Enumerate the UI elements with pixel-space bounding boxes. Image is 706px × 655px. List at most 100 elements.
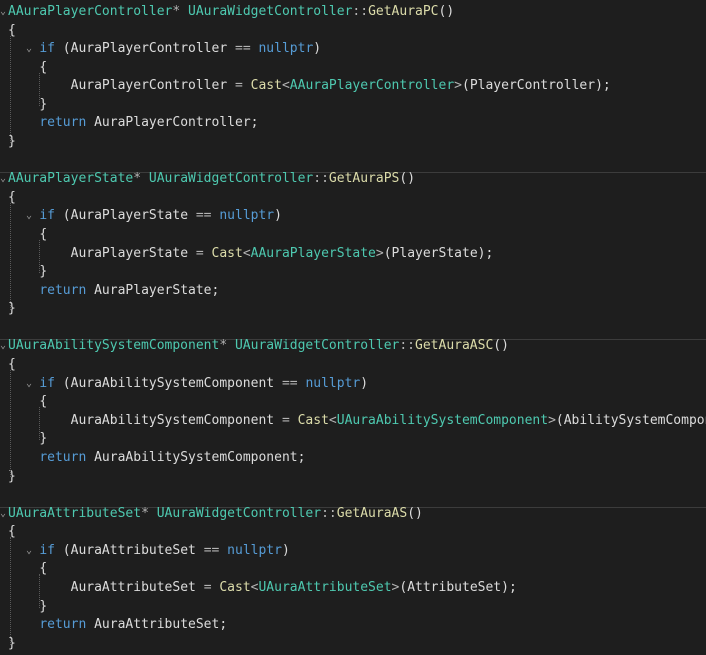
member-variable: AuraAttributeSet (94, 617, 220, 633)
function-name: GetAuraASC (415, 338, 494, 354)
fold-toggle-icon[interactable]: ⌄ (0, 170, 8, 188)
open-brace: { (39, 59, 48, 75)
code-line[interactable]: } (0, 133, 706, 151)
nullptr-keyword: nullptr (305, 375, 361, 391)
code-line[interactable]: if (AuraAttributeSet == nullptr) (0, 542, 706, 560)
function-signature-line[interactable]: AAuraPlayerState* UAuraWidgetController:… (0, 170, 706, 188)
semicolon: ; (219, 617, 228, 633)
code-line[interactable]: return AuraAttributeSet; (0, 616, 706, 634)
function-signature-line[interactable]: AAuraPlayerController* UAuraWidgetContro… (0, 3, 706, 21)
indent-guide (10, 202, 11, 311)
member-variable: AuraPlayerState (70, 245, 189, 261)
open-brace: { (39, 561, 48, 577)
code-line[interactable]: return AuraPlayerState; (0, 282, 706, 300)
open-paren: ( (383, 245, 392, 261)
fold-toggle-icon[interactable]: ⌄ (0, 505, 8, 523)
close-call: ); (501, 579, 517, 595)
template-close: > (454, 78, 462, 94)
indent-guide (39, 574, 40, 608)
indent-guide (10, 370, 11, 478)
fold-toggle-icon[interactable]: ⌄ (26, 375, 34, 393)
close-call: ); (477, 245, 494, 261)
class-name: UAuraWidgetController (148, 171, 314, 187)
open-paren: ( (555, 412, 564, 428)
open-paren: ( (62, 542, 71, 558)
if-keyword: if (39, 208, 55, 224)
return-type: UAuraAbilitySystemComponent (8, 338, 220, 354)
code-line[interactable]: return AuraPlayerController; (0, 114, 706, 132)
open-paren: ( (62, 41, 71, 57)
nullptr-keyword: nullptr (227, 542, 282, 558)
class-name: UAuraWidgetController (234, 338, 400, 354)
code-line[interactable]: { (0, 22, 706, 40)
cast-type: AAuraPlayerState (250, 245, 376, 261)
return-keyword: return (39, 617, 87, 633)
function-signature-line[interactable]: UAuraAbilitySystemComponent* UAuraWidget… (0, 337, 706, 355)
pointer-token: * (133, 171, 142, 187)
code-line[interactable]: { (0, 189, 706, 207)
member-variable: AuraPlayerController (70, 41, 228, 57)
scope-token: :: (321, 505, 337, 521)
member-variable: AuraAbilitySystemComponent (94, 449, 298, 465)
open-paren: ( (62, 375, 71, 391)
code-line[interactable]: AuraAbilitySystemComponent = Cast<UAuraA… (0, 412, 706, 430)
if-keyword: if (39, 41, 55, 57)
close-paren: ) (274, 208, 282, 224)
if-keyword: if (39, 375, 55, 391)
semicolon: ; (211, 282, 220, 298)
class-name: UAuraWidgetController (156, 505, 322, 521)
close-brace: } (39, 264, 48, 280)
scope-token: :: (313, 171, 329, 187)
code-line[interactable]: AuraPlayerState = Cast<AAuraPlayerState>… (0, 245, 706, 263)
code-line[interactable]: { (0, 523, 706, 541)
code-line[interactable]: } (0, 300, 706, 318)
code-line[interactable]: AuraAttributeSet = Cast<UAuraAttributeSe… (0, 579, 706, 597)
open-brace: { (39, 394, 48, 410)
code-line[interactable]: { (0, 226, 706, 244)
code-line[interactable]: if (AuraPlayerState == nullptr) (0, 207, 706, 225)
code-editor[interactable]: AAuraPlayerController* UAuraWidgetContro… (0, 0, 706, 655)
template-close: > (548, 412, 556, 428)
code-line[interactable]: } (0, 96, 706, 114)
pointer-token: * (219, 338, 228, 354)
code-line[interactable]: return AuraAbilitySystemComponent; (0, 449, 706, 467)
parens-token: () (399, 171, 416, 187)
member-variable: AuraAttributeSet (70, 579, 196, 595)
template-close: > (375, 245, 384, 261)
code-line[interactable]: if (AuraPlayerController == nullptr) (0, 40, 706, 58)
code-line[interactable]: { (0, 59, 706, 77)
code-line[interactable]: } (0, 468, 706, 486)
fold-toggle-icon[interactable]: ⌄ (26, 40, 34, 58)
fold-toggle-icon[interactable]: ⌄ (26, 207, 34, 225)
return-keyword: return (39, 282, 87, 298)
code-line[interactable]: } (0, 635, 706, 653)
template-open: < (281, 78, 290, 94)
code-line[interactable]: { (0, 393, 706, 411)
code-line[interactable]: AuraPlayerController = Cast<AAuraPlayerC… (0, 77, 706, 95)
member-variable: AuraAbilitySystemComponent (70, 375, 275, 391)
assign-operator: = (203, 579, 212, 595)
code-line[interactable]: if (AuraAbilitySystemComponent == nullpt… (0, 375, 706, 393)
fold-toggle-icon[interactable]: ⌄ (0, 337, 8, 355)
cast-function: Cast (211, 245, 243, 261)
close-brace: } (39, 431, 48, 447)
cast-argument: AttributeSet (407, 579, 502, 595)
cast-type: UAuraAbilitySystemComponent (336, 412, 549, 428)
code-line[interactable]: { (0, 560, 706, 578)
function-signature-line[interactable]: UAuraAttributeSet* UAuraWidgetController… (0, 505, 706, 523)
code-line[interactable]: } (0, 263, 706, 281)
equality-operator: == (195, 208, 212, 224)
code-line[interactable]: } (0, 598, 706, 616)
code-line[interactable]: { (0, 356, 706, 374)
semicolon: ; (250, 115, 259, 131)
close-brace: } (39, 96, 48, 112)
fold-toggle-icon[interactable]: ⌄ (0, 3, 8, 21)
function-name: GetAuraPC (368, 4, 439, 19)
parens-token: () (407, 505, 423, 521)
member-variable: AuraPlayerState (94, 282, 212, 298)
parens-token: () (493, 338, 509, 354)
fold-toggle-icon[interactable]: ⌄ (26, 542, 34, 560)
code-line[interactable]: } (0, 430, 706, 448)
pointer-token: * (141, 505, 149, 521)
assign-operator: = (281, 412, 290, 428)
